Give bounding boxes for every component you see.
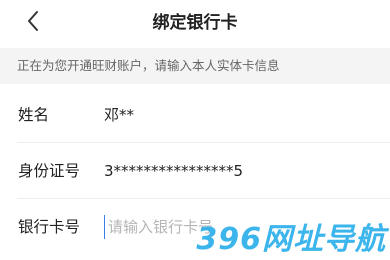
card-number-label: 银行卡号 [18,218,81,236]
name-row: 姓名 邓** [0,87,390,143]
watermark-logo: 396网址导航 [196,222,386,257]
name-label: 姓名 [18,106,50,124]
id-number-row: 身份证号 3****************5 [0,143,390,199]
name-value: 邓** [104,106,135,124]
navigation-bar: 绑定银行卡 [0,0,390,44]
info-notice: 正在为您开通旺财账户，请输入本人实体卡信息 [0,48,390,84]
id-number-value: 3****************5 [104,162,244,180]
page-title: 绑定银行卡 [152,13,238,33]
id-number-label: 身份证号 [18,162,81,180]
